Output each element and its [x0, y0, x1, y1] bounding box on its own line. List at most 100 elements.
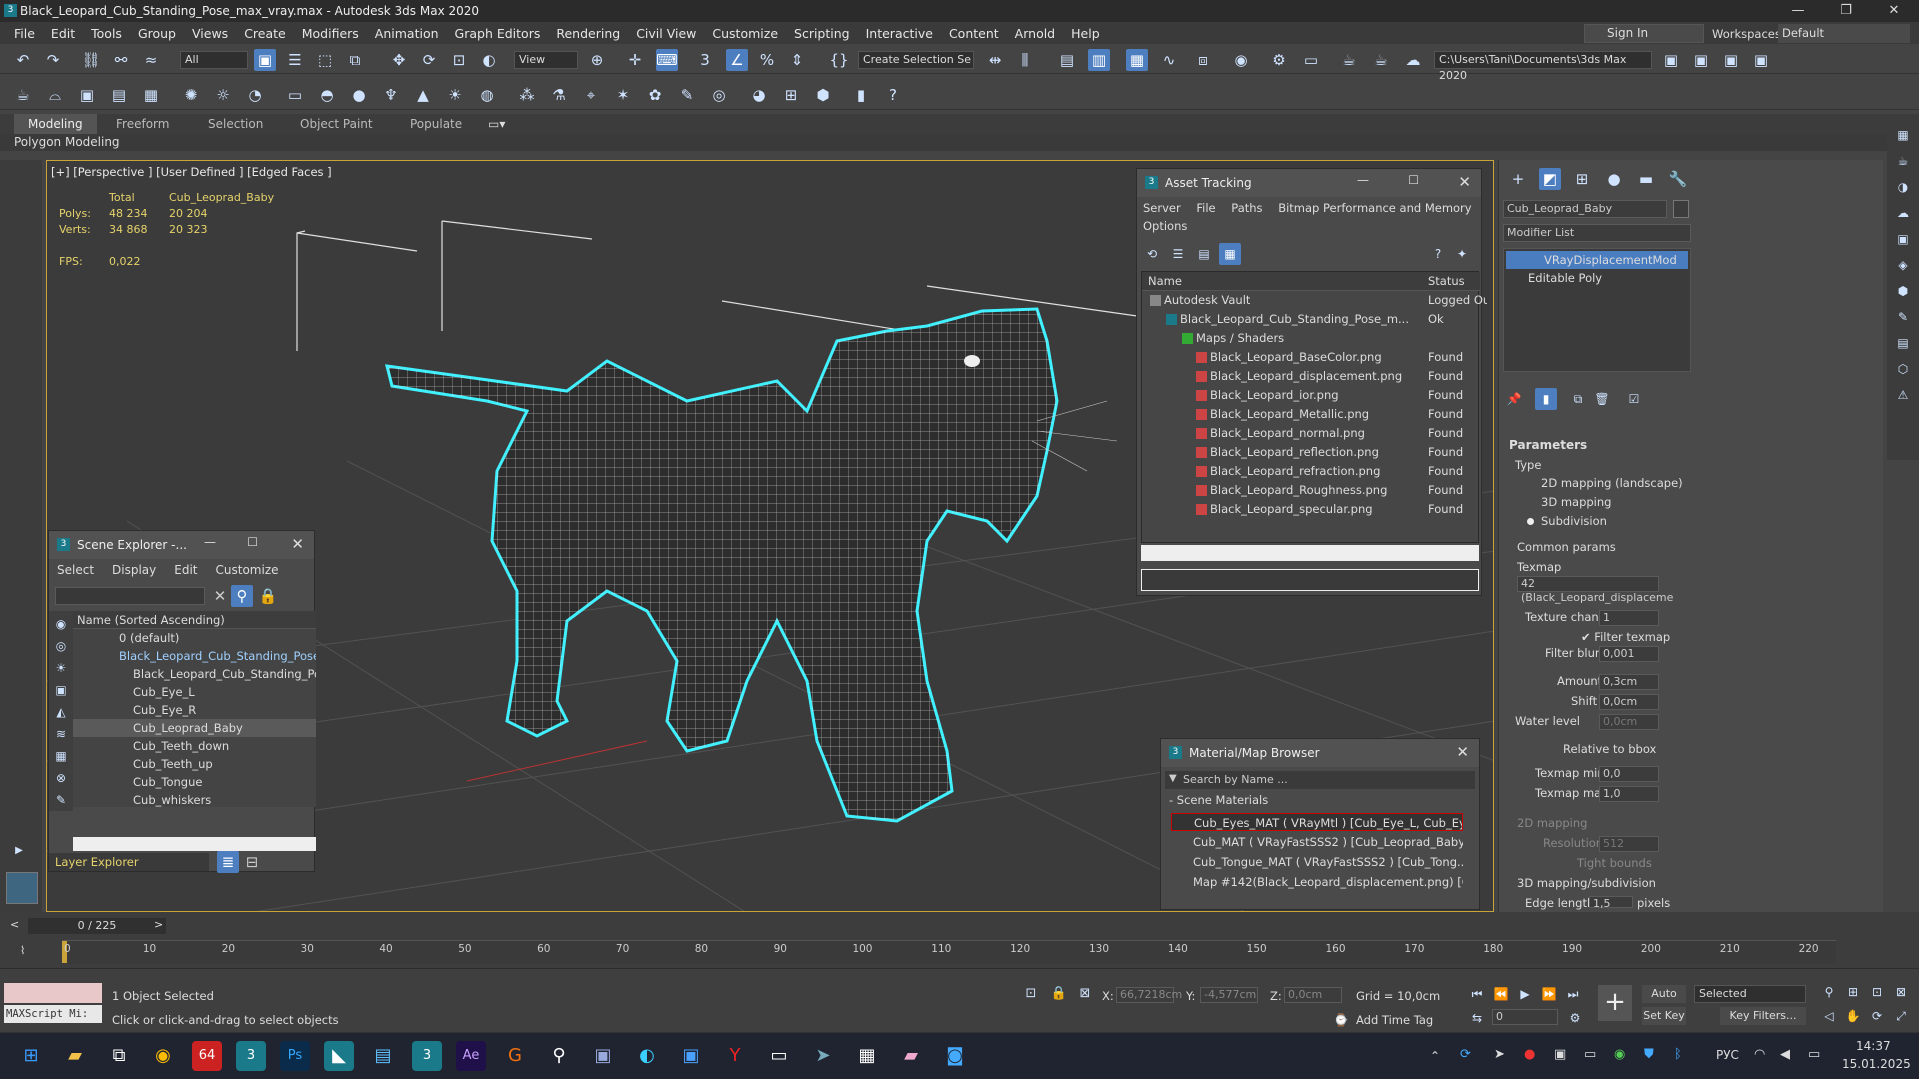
go-to-end-icon[interactable]: ⏭ [1562, 983, 1584, 1005]
list-view-icon[interactable]: ☰ [1167, 243, 1189, 265]
calculator-icon[interactable]: ▦ [852, 1041, 882, 1071]
pivot-icon[interactable]: ⊕ [586, 49, 608, 71]
store-icon[interactable]: ▣ [676, 1041, 706, 1071]
menu-rendering[interactable]: Rendering [548, 26, 628, 41]
search-app-icon[interactable]: ⚲ [544, 1041, 574, 1071]
set-key-button[interactable]: Set Key [1642, 1007, 1686, 1025]
next-frame-icon[interactable]: ⏩ [1538, 983, 1560, 1005]
select-manipulate-icon[interactable]: ✛ [624, 49, 646, 71]
time-slider-prev-icon[interactable]: < [10, 918, 19, 931]
at-menu-paths[interactable]: Paths [1231, 201, 1262, 215]
ribbon-options-icon[interactable]: ▭▾ [488, 114, 505, 134]
scene-materials-header[interactable]: - Scene Materials [1169, 793, 1268, 807]
vray-scene-converter-icon[interactable]: ⚗ [548, 84, 570, 106]
rotate-icon[interactable]: ⟳ [418, 49, 440, 71]
menu-file[interactable]: File [6, 26, 43, 41]
terminal-icon[interactable]: ▭ [764, 1041, 794, 1071]
vray-lamp-icon[interactable]: ⌓ [44, 84, 66, 106]
tool-icon[interactable]: ⬡ [1892, 358, 1914, 380]
selection-filter-dropdown[interactable]: All [180, 51, 248, 69]
task-view-icon[interactable]: ⧉ [104, 1041, 134, 1071]
vray-displacement-icon[interactable]: ⁂ [516, 84, 538, 106]
asset-row[interactable]: Autodesk Vault Logged Ou [1142, 291, 1487, 310]
folder-icon[interactable]: ▰ [896, 1041, 926, 1071]
y-coordinate-field[interactable]: -4,577cm [1200, 987, 1258, 1003]
material-item[interactable]: Map #142(Black_Leopard_displacement.png)… [1171, 873, 1463, 891]
display-tab-icon[interactable]: ▬ [1635, 168, 1657, 190]
move-icon[interactable]: ✥ [388, 49, 410, 71]
time-tag-icon[interactable]: ⌚ [1330, 1009, 1352, 1031]
tray-record-icon[interactable]: ● [1524, 1047, 1535, 1062]
thumbnail-view-icon[interactable]: ▤ [1193, 243, 1215, 265]
scene-tree-header[interactable]: Name (Sorted Ascending) [73, 611, 316, 629]
menu-civil-view[interactable]: Civil View [628, 26, 704, 41]
tool-icon[interactable]: ▣ [1892, 228, 1914, 250]
edge-icon[interactable]: ◐ [632, 1041, 662, 1071]
project-browse-icon[interactable]: ▣ [1750, 49, 1772, 71]
layer-explorer-icon[interactable]: ▥ [1088, 49, 1110, 71]
vray-ambient-icon[interactable]: ◔ [244, 84, 266, 106]
tool-icon[interactable]: ⬢ [1892, 280, 1914, 302]
type-subdivision-radio[interactable]: Subdivision [1541, 514, 1607, 528]
close-icon[interactable]: ✕ [1456, 743, 1469, 761]
field-of-view-icon[interactable]: ◁ [1818, 1005, 1840, 1027]
vray-clipper-icon[interactable]: ✿ [644, 84, 666, 106]
bind-spacewarp-icon[interactable]: ≈ [140, 49, 162, 71]
col-name[interactable]: Name [1148, 274, 1182, 288]
menu-help[interactable]: Help [1063, 26, 1108, 41]
time-slider[interactable]: 0 / 225 [28, 918, 166, 934]
resolution-spinner[interactable]: 512 [1599, 836, 1659, 852]
project-settings-icon[interactable]: ▣ [1720, 49, 1742, 71]
save-app-icon[interactable]: ▣ [588, 1041, 618, 1071]
current-frame-field[interactable]: 0 [1492, 1009, 1558, 1025]
maximize-icon[interactable]: ❐ [1823, 0, 1869, 22]
make-unique-icon[interactable]: ⧉ [1567, 388, 1589, 410]
at-menu-file[interactable]: File [1196, 201, 1215, 215]
layer-explorer-mode-icon[interactable]: ≣ [217, 851, 239, 873]
layout-expand-icon[interactable]: ▶ [8, 840, 30, 862]
scene-menu-display[interactable]: Display [112, 563, 156, 577]
menu-customize[interactable]: Customize [704, 26, 786, 41]
maya-icon[interactable]: ◣ [324, 1041, 354, 1071]
zoom-extents-all-icon[interactable]: ⊠ [1890, 981, 1912, 1003]
tool-icon[interactable]: ◑ [1892, 176, 1914, 198]
notepad-icon[interactable]: ▤ [368, 1041, 398, 1071]
close-icon[interactable]: ✕ [291, 535, 304, 553]
vray-settings-icon[interactable]: ▮ [850, 84, 872, 106]
wifi-icon[interactable]: ◠ [1754, 1047, 1765, 1062]
undo-icon[interactable]: ↶ [12, 49, 34, 71]
scene-search-input[interactable] [55, 587, 205, 605]
orbit-icon[interactable]: ⟳ [1866, 1005, 1888, 1027]
isolate-selection-icon[interactable]: ⊡ [1020, 983, 1042, 1005]
app-g-icon[interactable]: G [500, 1041, 530, 1071]
auto-key-button[interactable]: Auto Key [1642, 985, 1686, 1018]
z-coordinate-field[interactable]: 0,0cm [1284, 987, 1342, 1003]
selection-lock-icon[interactable]: 🔒 [1048, 983, 1070, 1005]
sign-in-button[interactable]: Sign In [1584, 24, 1704, 43]
close-icon[interactable]: ✕ [1871, 0, 1917, 22]
layer-explorer-dropdown[interactable]: Layer Explorer [49, 853, 209, 871]
tool-icon[interactable]: ✎ [1892, 306, 1914, 328]
reference-coord-dropdown[interactable]: View [514, 51, 578, 69]
zoom-all-icon[interactable]: ⊞ [1842, 981, 1864, 1003]
vray-material-preview-icon[interactable]: ◕ [748, 84, 770, 106]
align-icon[interactable]: ⫼ [1014, 49, 1036, 71]
display-groups-icon[interactable]: ▦ [50, 745, 72, 767]
edge-length-spinner[interactable]: 1,5 [1589, 896, 1633, 910]
place-icon[interactable]: ◐ [478, 49, 500, 71]
menu-arnold[interactable]: Arnold [1007, 26, 1063, 41]
col-status[interactable]: Status [1428, 272, 1465, 290]
vray-help-icon[interactable]: ? [882, 84, 904, 106]
at-menu-server[interactable]: Server [1143, 201, 1181, 215]
material-editor-icon[interactable]: ◉ [1230, 49, 1252, 71]
camera-app-icon[interactable]: ◙ [940, 1041, 970, 1071]
vray-physical-camera-icon[interactable]: ⌖ [580, 84, 602, 106]
time-config-icon[interactable]: ⚙ [1564, 1007, 1586, 1029]
rect-selection-icon[interactable]: ⬚ [314, 49, 336, 71]
vray-proxy-icon[interactable]: ▲ [412, 84, 434, 106]
pan-icon[interactable]: ✋ [1842, 1005, 1864, 1027]
tool-icon[interactable]: ▤ [1892, 332, 1914, 354]
zoom-icon[interactable]: ⚲ [1818, 981, 1840, 1003]
scene-menu-select[interactable]: Select [57, 563, 94, 577]
tray-shield-icon[interactable]: ⛊ [1644, 1047, 1654, 1062]
